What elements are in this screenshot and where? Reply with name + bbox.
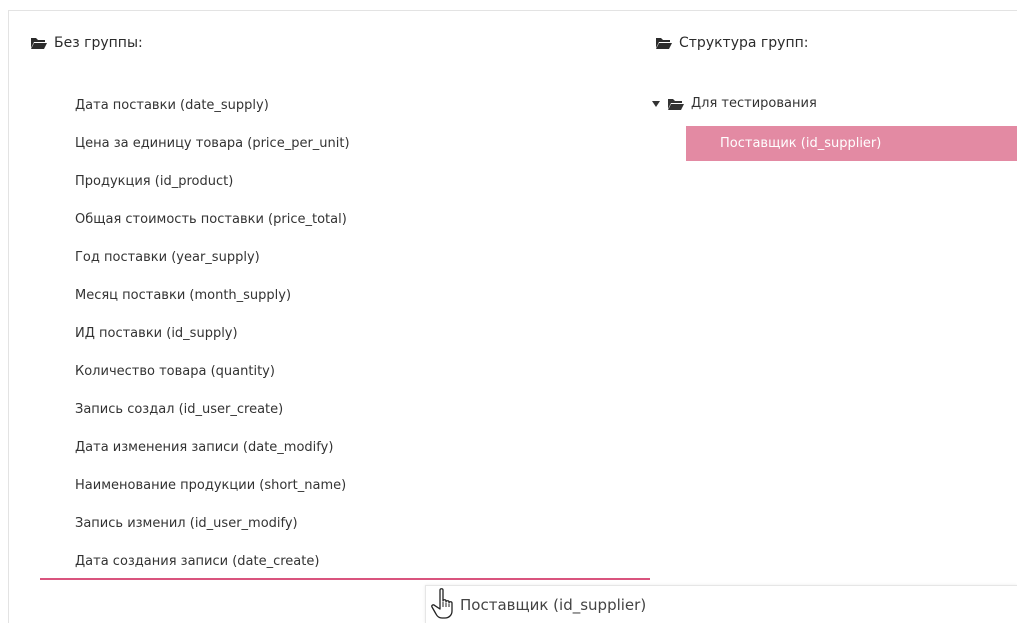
hand-pointer-icon (431, 587, 457, 621)
folder-open-icon (655, 36, 673, 50)
tree-group-label: Для тестирования (691, 96, 817, 111)
drop-indicator (40, 578, 650, 580)
field-item[interactable]: Наименование продукции (short_name) (75, 475, 350, 513)
field-item[interactable]: Количество товара (quantity) (75, 361, 350, 399)
ungrouped-field-list: Дата поставки (date_supply) Цена за едини… (75, 95, 350, 589)
drag-ghost-label: Поставщик (id_supplier) (460, 596, 647, 614)
group-structure-heading-label: Структура групп: (679, 35, 809, 51)
field-item[interactable]: Запись создал (id_user_create) (75, 399, 350, 437)
ungrouped-heading-label: Без группы: (54, 35, 143, 51)
group-structure-heading: Структура групп: (655, 35, 808, 51)
field-item[interactable]: Год поставки (year_supply) (75, 247, 350, 285)
field-item[interactable]: Дата поставки (date_supply) (75, 95, 350, 133)
field-item[interactable]: Дата изменения записи (date_modify) (75, 437, 350, 475)
field-item[interactable]: Общая стоимость поставки (price_total) (75, 209, 350, 247)
tree-child-item[interactable]: Поставщик (id_supplier) (686, 126, 1017, 161)
caret-down-icon[interactable] (652, 100, 660, 107)
folder-open-icon (30, 36, 48, 50)
drag-ghost: Поставщик (id_supplier) (425, 585, 1017, 623)
field-item[interactable]: Месяц поставки (month_supply) (75, 285, 350, 323)
field-item[interactable]: ИД поставки (id_supply) (75, 323, 350, 361)
field-item[interactable]: Дата создания записи (date_create) (75, 551, 350, 589)
ungrouped-heading: Без группы: (30, 35, 143, 51)
field-item[interactable]: Цена за единицу товара (price_per_unit) (75, 133, 350, 171)
field-item[interactable]: Запись изменил (id_user_modify) (75, 513, 350, 551)
field-item[interactable]: Продукция (id_product) (75, 171, 350, 209)
folder-open-icon (667, 97, 685, 111)
tree-group-node[interactable]: Для тестирования (652, 96, 817, 111)
